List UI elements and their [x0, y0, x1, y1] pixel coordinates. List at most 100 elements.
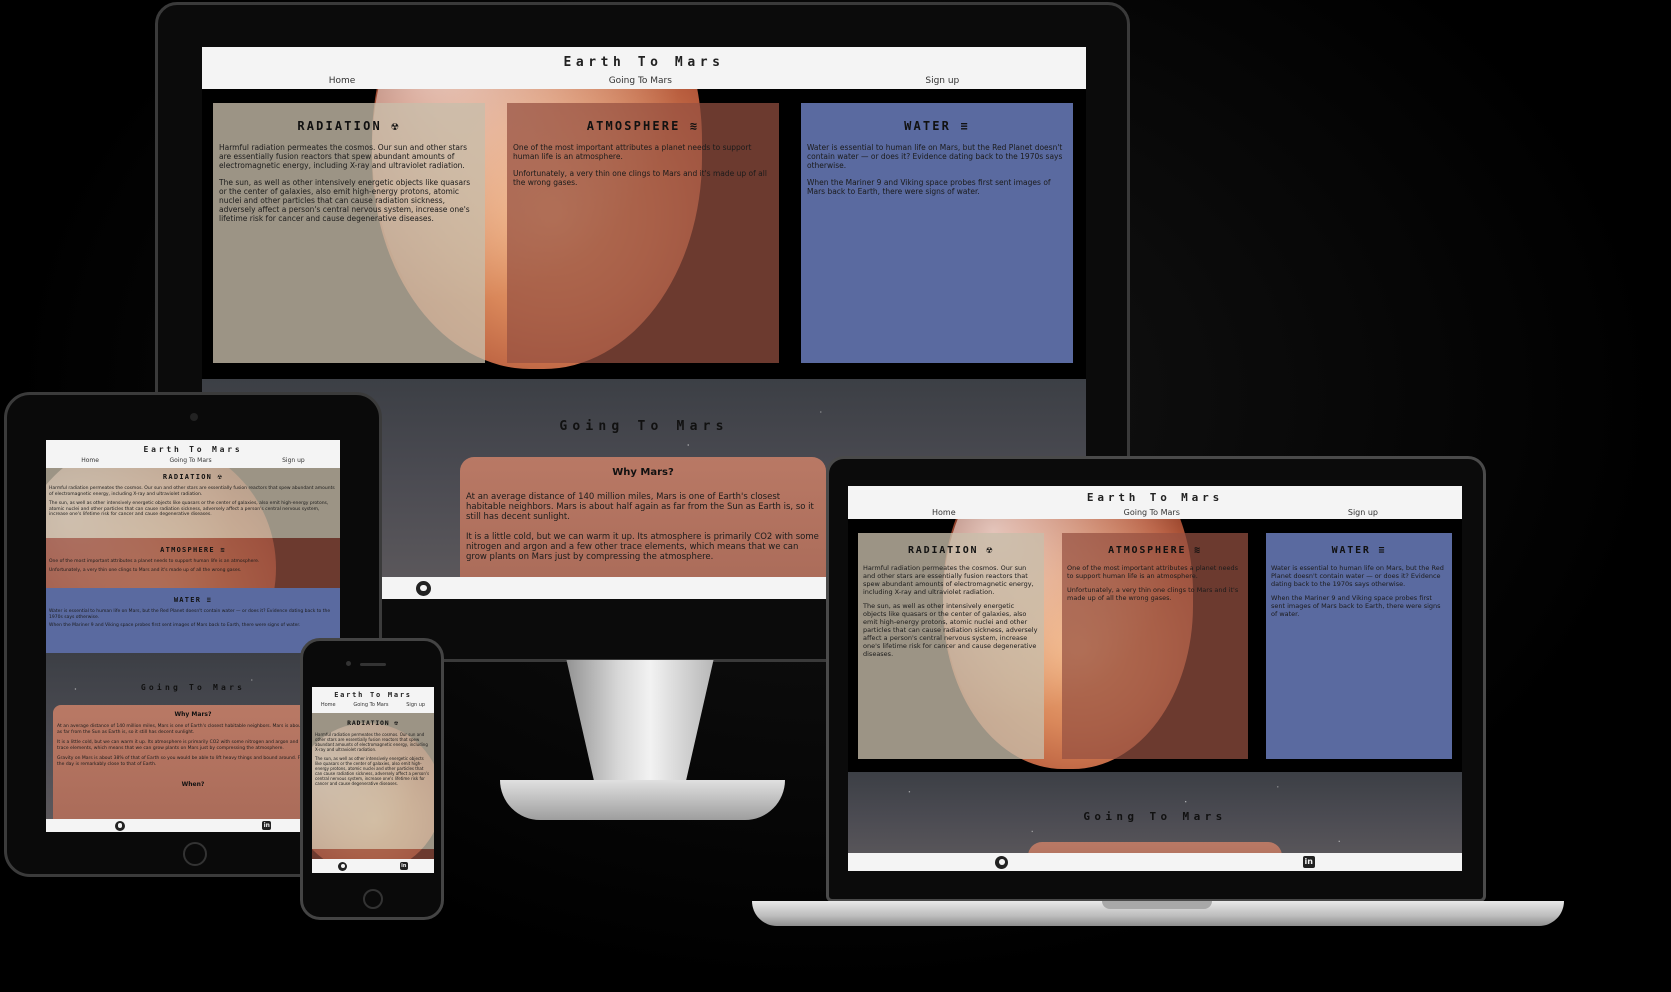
- nav-going-to-mars[interactable]: Going To Mars: [1124, 508, 1180, 517]
- laptop-screen: Earth To Mars Home Going To Mars Sign up…: [848, 486, 1462, 871]
- why-mars-title: Why Mars?: [174, 711, 212, 718]
- site-footer: in: [46, 819, 340, 832]
- github-icon[interactable]: [338, 861, 348, 871]
- nav-home[interactable]: Home: [932, 508, 956, 517]
- atmosphere-card: ATMOSPHERE ≋ One of the most important a…: [1062, 533, 1248, 759]
- website: Earth To Mars Home Going To Mars Sign up…: [848, 486, 1462, 871]
- phone-speaker: [360, 663, 386, 666]
- laptop: Earth To Mars Home Going To Mars Sign up…: [752, 456, 1564, 926]
- radiation-title: RADIATION ☢: [162, 473, 224, 481]
- radiation-text-2: The sun, as well as other intensively en…: [219, 178, 471, 223]
- atmosphere-text-1: One of the most important attributes a p…: [49, 559, 260, 564]
- radiation-title: RADIATION ☢: [297, 119, 401, 133]
- site-header: Earth To Mars Home Going To Mars Sign up: [46, 440, 340, 468]
- site-header: Earth To Mars Home Going To Mars Sign up: [202, 47, 1086, 89]
- why-mars-text-1: At an average distance of 140 million mi…: [57, 724, 327, 735]
- responsive-mockup: Earth To Mars Home Going To Mars Sign up…: [0, 0, 1671, 992]
- radiation-text-2: The sun, as well as other intensively en…: [863, 602, 1038, 658]
- radiation-text-1: Harmful radiation permeates the cosmos. …: [315, 732, 428, 752]
- nav-home[interactable]: Home: [81, 457, 99, 464]
- site-title: Earth To Mars: [563, 55, 725, 70]
- hero-section: RADIATION ☢ Harmful radiation permeates …: [202, 89, 1086, 379]
- atmosphere-text-2: Unfortunately, a very thin one clings to…: [1067, 586, 1239, 602]
- hero-section: RADIATION ☢ Harmful radiation permeates …: [46, 468, 340, 653]
- nav-home[interactable]: Home: [321, 702, 336, 708]
- site-nav: Home Going To Mars Sign up: [46, 457, 340, 464]
- website: Earth To Mars Home Going To Mars Sign up…: [312, 687, 434, 873]
- water-text-2: When the Mariner 9 and Viking space prob…: [49, 623, 301, 628]
- radiation-text-1: Harmful radiation permeates the cosmos. …: [863, 564, 1034, 596]
- phone-camera: [346, 661, 351, 666]
- water-text-1: Water is essential to human life on Mars…: [1271, 564, 1444, 588]
- site-title: Earth To Mars: [1086, 491, 1224, 504]
- monitor-stand: [566, 660, 714, 780]
- radiation-card: RADIATION ☢ Harmful radiation permeates …: [46, 468, 340, 538]
- github-icon[interactable]: [995, 855, 1009, 869]
- phone: Earth To Mars Home Going To Mars Sign up…: [300, 638, 444, 920]
- linkedin-icon[interactable]: in: [399, 862, 408, 870]
- radiation-title: RADIATION ☢: [907, 545, 995, 556]
- linkedin-icon[interactable]: in: [1302, 856, 1315, 868]
- water-card: WATER ≡ Water is essential to human life…: [46, 588, 340, 653]
- atmosphere-title: ATMOSPHERE ≋: [586, 119, 700, 133]
- nav-going-to-mars[interactable]: Going To Mars: [169, 457, 211, 464]
- site-title: Earth To Mars: [334, 691, 412, 699]
- radiation-title: RADIATION ☢: [347, 719, 399, 727]
- tablet-camera: [190, 413, 198, 421]
- site-title: Earth To Mars: [143, 445, 243, 454]
- water-text-2: When the Mariner 9 and Viking space prob…: [1271, 594, 1441, 618]
- nav-going-to-mars[interactable]: Going To Mars: [609, 76, 672, 86]
- tablet-home-button[interactable]: [183, 842, 207, 866]
- why-mars-text-3: Gravity on Mars is about 38% of that of …: [57, 756, 327, 767]
- nav-sign-up[interactable]: Sign up: [925, 76, 959, 86]
- nav-sign-up[interactable]: Sign up: [1348, 508, 1378, 517]
- atmosphere-text-2: Unfortunately, a very thin one clings to…: [49, 567, 242, 573]
- nav-sign-up[interactable]: Sign up: [282, 457, 305, 464]
- going-to-mars-title: Going To Mars: [140, 683, 246, 692]
- going-to-mars-title: Going To Mars: [1083, 810, 1227, 823]
- atmosphere-text-2: Unfortunately, a very thin one clings to…: [513, 169, 767, 187]
- radiation-card: RADIATION ☢ Harmful radiation permeates …: [312, 713, 434, 849]
- atmosphere-text-1: One of the most important attributes a p…: [513, 143, 752, 161]
- site-nav: Home Going To Mars Sign up: [848, 508, 1462, 517]
- phone-home-button[interactable]: [363, 889, 383, 909]
- nav-home[interactable]: Home: [329, 76, 356, 86]
- hero-section: RADIATION ☢ Harmful radiation permeates …: [312, 713, 434, 859]
- why-mars-text-2: It is a little cold, but we can warm it …: [57, 740, 326, 751]
- site-header: Earth To Mars Home Going To Mars Sign up: [848, 486, 1462, 519]
- water-card: WATER ≡ Water is essential to human life…: [801, 103, 1073, 363]
- radiation-text-1: Harmful radiation permeates the cosmos. …: [49, 486, 335, 497]
- site-footer: in: [312, 859, 434, 873]
- laptop-notch: [1102, 901, 1212, 909]
- water-text-1: Water is essential to human life on Mars…: [807, 143, 1063, 170]
- radiation-text-1: Harmful radiation permeates the cosmos. …: [219, 143, 468, 170]
- linkedin-icon[interactable]: in: [262, 821, 272, 830]
- radiation-card: RADIATION ☢ Harmful radiation permeates …: [858, 533, 1044, 759]
- site-nav: Home Going To Mars Sign up: [202, 76, 1086, 86]
- atmosphere-card: ATMOSPHERE ≋ One of the most important a…: [507, 103, 779, 363]
- radiation-card: RADIATION ☢ Harmful radiation permeates …: [213, 103, 485, 363]
- nav-going-to-mars[interactable]: Going To Mars: [353, 702, 388, 708]
- atmosphere-title: ATMOSPHERE ≋: [1108, 545, 1202, 556]
- github-icon[interactable]: [114, 820, 125, 831]
- atmosphere-title: ATMOSPHERE ≋: [160, 546, 226, 554]
- monitor-base: [500, 780, 785, 820]
- site-header: Earth To Mars Home Going To Mars Sign up: [312, 687, 434, 713]
- when-title: When?: [181, 781, 205, 788]
- phone-screen: Earth To Mars Home Going To Mars Sign up…: [312, 687, 434, 873]
- water-text-2: When the Mariner 9 and Viking space prob…: [807, 178, 1051, 196]
- radiation-text-2: The sun, as well as other intensively en…: [315, 756, 430, 786]
- radiation-text-2: The sun, as well as other intensively en…: [49, 501, 329, 517]
- site-nav: Home Going To Mars Sign up: [312, 702, 434, 708]
- water-title: WATER ≡: [1331, 545, 1387, 556]
- water-title: WATER ≡: [173, 596, 213, 604]
- atmosphere-text-1: One of the most important attributes a p…: [1067, 564, 1238, 580]
- atmosphere-card: ATMOSPHERE ≋ One of the most important a…: [46, 538, 340, 588]
- water-title: WATER ≡: [904, 119, 970, 133]
- nav-sign-up[interactable]: Sign up: [406, 702, 425, 708]
- hero-section: RADIATION ☢ Harmful radiation permeates …: [848, 519, 1462, 772]
- why-mars-card: Why Mars? At an average distance of 140 …: [53, 705, 333, 832]
- tablet-screen: Earth To Mars Home Going To Mars Sign up…: [46, 440, 340, 832]
- github-icon[interactable]: [415, 580, 431, 596]
- site-footer: in: [848, 853, 1462, 871]
